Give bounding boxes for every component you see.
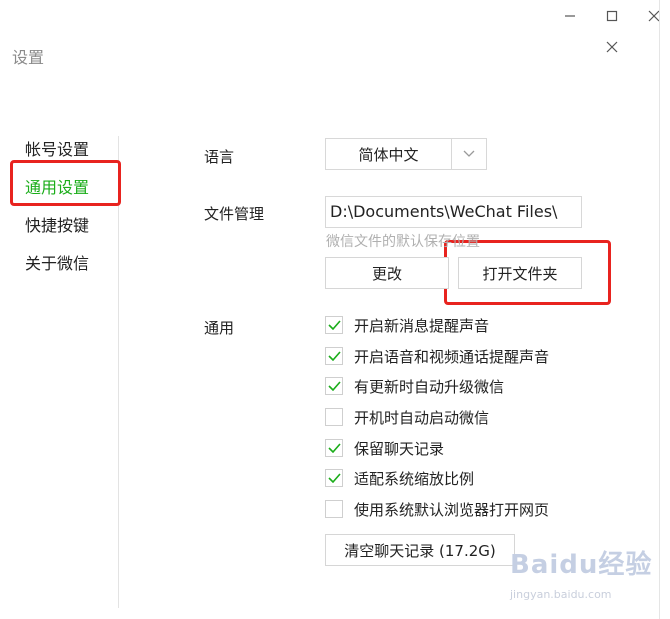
open-folder-button[interactable]: 打开文件夹 — [458, 257, 582, 289]
option-call-sound[interactable]: 开启语音和视频通话提醒声音 — [325, 345, 549, 367]
option-label: 使用系统默认浏览器打开网页 — [354, 500, 550, 519]
option-label: 开机时自动启动微信 — [354, 408, 490, 427]
option-new-message-sound[interactable]: 开启新消息提醒声音 — [325, 314, 489, 336]
option-auto-update[interactable]: 有更新时自动升级微信 — [325, 375, 504, 397]
checkbox[interactable] — [325, 469, 343, 487]
window-title: 设置 — [12, 48, 45, 67]
close-icon[interactable] — [602, 37, 622, 57]
option-label: 有更新时自动升级微信 — [354, 377, 505, 396]
option-label: 适配系统缩放比例 — [354, 469, 475, 488]
chevron-down-icon — [452, 139, 486, 169]
sidebar-item-shortcuts[interactable]: 快捷按键 — [25, 212, 89, 236]
option-label: 开启新消息提醒声音 — [354, 316, 490, 335]
checkbox[interactable] — [325, 439, 343, 457]
checkbox[interactable] — [325, 500, 343, 518]
option-keep-chat-history[interactable]: 保留聊天记录 — [325, 437, 444, 459]
option-label: 开启语音和视频通话提醒声音 — [354, 347, 550, 366]
sidebar-item-about[interactable]: 关于微信 — [25, 250, 89, 274]
sidebar-item-account[interactable]: 帐号设置 — [25, 136, 89, 160]
option-default-browser[interactable]: 使用系统默认浏览器打开网页 — [325, 498, 549, 520]
checkbox[interactable] — [325, 377, 343, 395]
checkbox[interactable] — [325, 408, 343, 426]
option-label: 保留聊天记录 — [354, 439, 445, 458]
settings-window: 设置 帐号设置 通用设置 快捷按键 关于微信 语言 简体中文 文件管理 D:\D… — [0, 0, 660, 619]
sidebar-divider — [118, 136, 119, 608]
maximize-icon[interactable] — [602, 6, 622, 26]
close-icon[interactable] — [644, 6, 664, 26]
watermark-text: Baidu经验 — [510, 550, 653, 580]
minimize-icon[interactable] — [560, 6, 580, 26]
change-button[interactable]: 更改 — [325, 257, 449, 289]
checkbox[interactable] — [325, 347, 343, 365]
option-system-scaling[interactable]: 适配系统缩放比例 — [325, 467, 474, 489]
highlight-box-general — [10, 160, 121, 206]
file-path-hint: 微信文件的默认保存位置 — [326, 234, 480, 250]
language-select[interactable]: 简体中文 — [325, 138, 487, 170]
language-label: 语言 — [204, 148, 235, 166]
file-path-field[interactable]: D:\Documents\WeChat Files\ — [325, 196, 582, 228]
file-management-label: 文件管理 — [204, 205, 265, 223]
watermark-sub: jingyan.baidu.com — [510, 588, 612, 601]
checkbox[interactable] — [325, 316, 343, 334]
window-edge — [659, 0, 660, 619]
option-auto-start[interactable]: 开机时自动启动微信 — [325, 406, 489, 428]
general-section-label: 通用 — [204, 319, 235, 337]
clear-chat-history-button[interactable]: 清空聊天记录 (17.2G) — [325, 534, 515, 566]
language-value: 简体中文 — [326, 139, 452, 169]
